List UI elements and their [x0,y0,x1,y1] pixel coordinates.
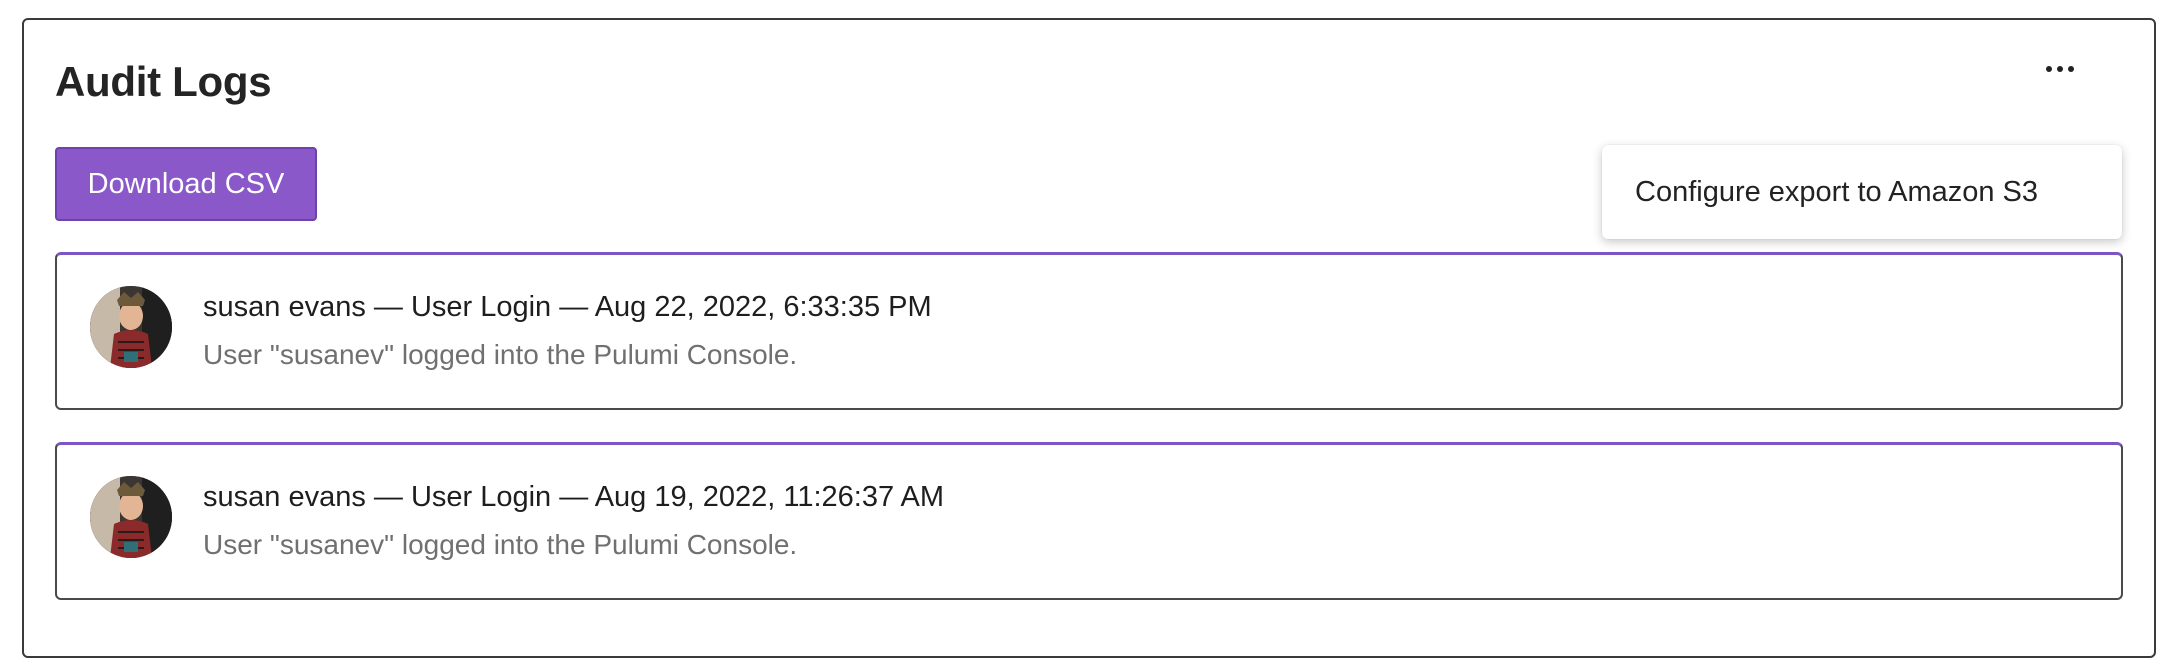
log-entry-heading: susan evans — User Login — Aug 19, 2022,… [203,481,945,513]
avatar [90,476,172,558]
avatar-image [90,286,172,368]
log-entry[interactable]: susan evans — User Login — Aug 22, 2022,… [55,252,2123,410]
menu-item-configure-export-s3[interactable]: Configure export to Amazon S3 [1602,176,2038,209]
more-dot [2057,66,2063,72]
more-options-button[interactable] [2030,66,2090,72]
log-entry-description: User "susanev" logged into the Pulumi Co… [203,529,798,560]
more-horizontal-icon [2046,66,2052,72]
log-entry[interactable]: susan evans — User Login — Aug 19, 2022,… [55,442,2123,600]
avatar [90,286,172,368]
page-title: Audit Logs [55,58,272,105]
options-dropdown-menu: Configure export to Amazon S3 [1602,145,2122,239]
avatar-image [90,476,172,558]
download-csv-button[interactable]: Download CSV [55,147,317,221]
more-dot [2068,66,2074,72]
log-entry-heading: susan evans — User Login — Aug 22, 2022,… [203,291,932,323]
log-entry-description: User "susanev" logged into the Pulumi Co… [203,339,798,370]
